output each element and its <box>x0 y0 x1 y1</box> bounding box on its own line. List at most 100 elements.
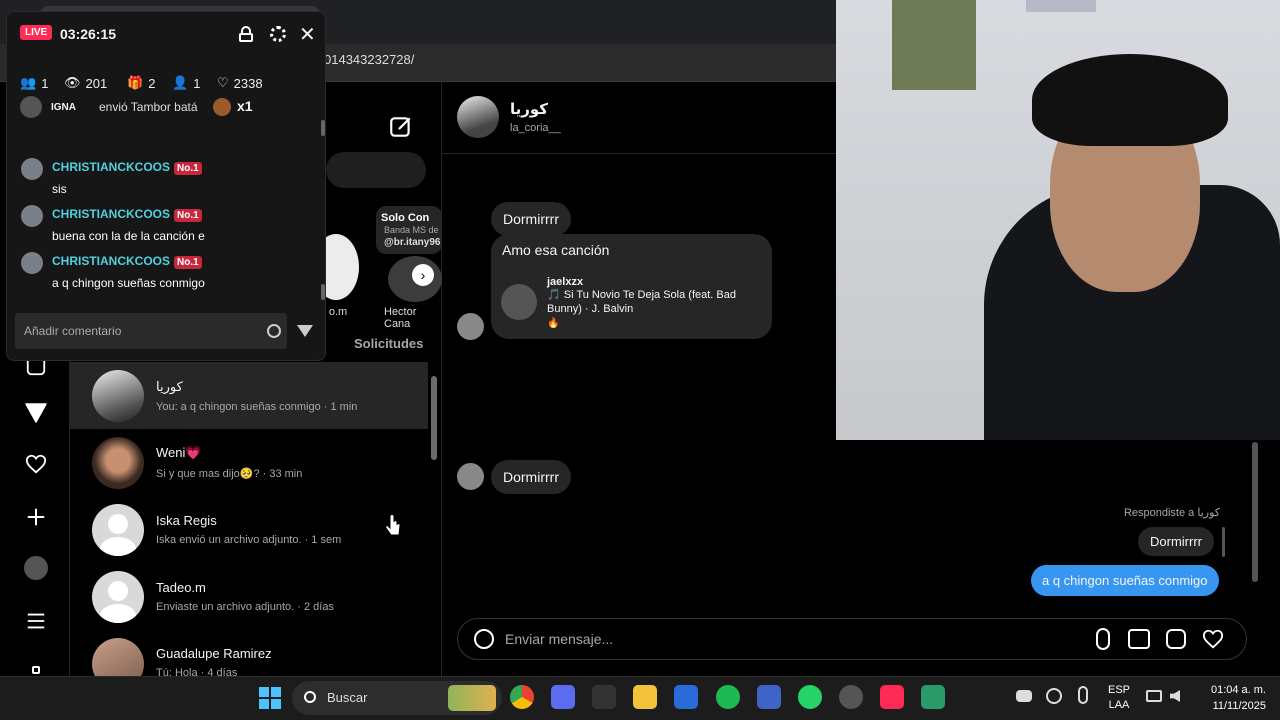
gifts-stat: 🎁 2 <box>127 75 156 91</box>
messages-icon[interactable] <box>22 398 50 426</box>
conversation-item[interactable]: Iska Regis Iska envió un archivo adjunto.… <box>70 496 428 563</box>
app-icon[interactable] <box>921 685 945 709</box>
conversation-item[interactable]: Guadalupe Ramirez Tú: Hola · 4 días <box>70 630 428 676</box>
gift-scrollbar[interactable] <box>321 120 325 136</box>
menu-hamburger-icon[interactable] <box>22 607 50 635</box>
file-explorer-icon[interactable] <box>633 685 657 709</box>
conversation-preview: You: a q chingon sueñas conmigo · 1 min <box>156 400 358 413</box>
live-timer: 03:26:15 <box>60 26 117 42</box>
note-title: Solo Con <box>381 212 430 224</box>
commenter-avatar <box>21 252 43 274</box>
windows-start-icon[interactable] <box>259 687 281 709</box>
microphone-icon[interactable] <box>1096 628 1110 650</box>
commenter-avatar <box>21 158 43 180</box>
chrome-app-icon[interactable] <box>510 685 534 709</box>
rank-badge: No.1 <box>174 162 202 175</box>
rank-badge: No.1 <box>174 209 202 222</box>
shared-audio-card[interactable]: Amo esa canción jaelxzx 🎵 Si Tu Novio Te… <box>491 234 772 339</box>
chat-header[interactable]: كوريا la_coria__ <box>442 82 836 154</box>
microphone-tray-icon[interactable] <box>1078 686 1088 704</box>
network-icon[interactable] <box>1146 690 1162 702</box>
note-label-b: Hector Cana <box>384 306 417 330</box>
comment-username[interactable]: CHRISTIANCKCOOS <box>52 254 170 268</box>
tiktok-icon[interactable] <box>880 685 904 709</box>
search-label: Buscar <box>327 690 368 705</box>
lock-icon[interactable] <box>239 26 253 42</box>
conversation-item[interactable]: Weni💗 Si y que mas dijo🥺? · 33 min <box>70 429 428 496</box>
wall-paper <box>1026 0 1096 12</box>
person-hair <box>1032 54 1228 146</box>
chevron-right-icon[interactable]: › <box>412 264 434 286</box>
followers-stat: 👥 1 <box>20 75 49 91</box>
rank-badge: No.1 <box>174 256 202 269</box>
message-input[interactable]: Enviar mensaje... <box>505 631 613 647</box>
contact-name[interactable]: كوريا <box>510 100 548 118</box>
gift-sender-avatar <box>20 96 42 118</box>
comment-item: CHRISTIANCKCOOS No.1 buena con la de la ca… <box>21 205 205 243</box>
contact-handle: la_coria__ <box>510 122 561 134</box>
whatsapp-icon[interactable] <box>798 685 822 709</box>
joins-stat: 👤 1 <box>172 75 201 91</box>
close-icon[interactable]: ✕ <box>299 22 316 47</box>
gift-sender-name: IGNA <box>51 102 76 113</box>
clock[interactable]: 01:04 a. m. 11/11/2025 <box>1190 684 1266 712</box>
discord-tray-icon[interactable] <box>1016 690 1032 702</box>
likes-stat: ♡ 2338 <box>217 75 263 91</box>
profile-avatar[interactable] <box>22 554 50 582</box>
mouse-cursor <box>384 514 402 538</box>
conversation-item[interactable]: كوريا You: a q chingon sueñas conmigo · 1… <box>70 362 428 429</box>
requests-tab[interactable]: Solicitudes <box>354 336 423 351</box>
comment-text: buena con la de la canción e <box>52 229 205 243</box>
conversation-name: Guadalupe Ramirez <box>156 646 272 661</box>
note-handle: @br.itany96 <box>384 237 441 248</box>
settings-gear-icon[interactable] <box>270 26 286 42</box>
webcam-feed <box>836 0 1280 440</box>
comment-username[interactable]: CHRISTIANCKCOOS <box>52 207 170 221</box>
list-scrollbar[interactable] <box>430 366 438 672</box>
image-upload-icon[interactable] <box>1128 629 1150 649</box>
message-bubble: Dormirrrr <box>491 202 571 236</box>
comment-placeholder: Añadir comentario <box>24 324 122 338</box>
conversation-item[interactable]: Tadeo.m Enviaste un archivo adjunto. · 2 … <box>70 563 428 630</box>
send-icon[interactable] <box>297 325 313 337</box>
app-icon[interactable] <box>592 685 616 709</box>
contact-avatar[interactable] <box>457 96 499 138</box>
comment-input[interactable]: Añadir comentario <box>15 313 287 349</box>
heart-icon: ♡ <box>217 75 229 90</box>
sticker-icon[interactable] <box>1166 629 1186 649</box>
like-heart-icon[interactable] <box>1202 628 1224 655</box>
avatar <box>92 503 144 556</box>
comments-scrollbar[interactable] <box>321 284 325 300</box>
app-icon[interactable] <box>839 685 863 709</box>
taskbar-search[interactable]: Buscar <box>292 681 502 715</box>
notifications-heart-icon[interactable] <box>22 450 50 478</box>
comment-item: CHRISTIANCKCOOS No.1 sis <box>21 158 202 196</box>
search-input[interactable] <box>326 152 426 188</box>
emoji-icon[interactable] <box>267 324 281 338</box>
conversation-name: Tadeo.m <box>156 580 206 595</box>
compose-message-icon[interactable] <box>388 114 414 140</box>
message-composer[interactable]: Enviar mensaje... <box>457 618 1247 660</box>
chat-scrollbar[interactable] <box>1248 440 1262 600</box>
reply-label: Respondiste a كوريا <box>1123 507 1220 519</box>
conversation-preview: Iska envió un archivo adjunto. · 1 sem <box>156 534 342 546</box>
language-indicator[interactable]: ESP LAA <box>1104 684 1134 711</box>
comment-username[interactable]: CHRISTIANCKCOOS <box>52 160 170 174</box>
shared-avatar <box>501 284 537 320</box>
live-badge: LIVE <box>20 25 53 40</box>
store-icon[interactable] <box>674 685 698 709</box>
address-url[interactable]: 014343232728/ <box>324 52 414 67</box>
person-add-icon: 👤 <box>172 75 189 90</box>
app-icon[interactable] <box>551 685 575 709</box>
spotify-icon[interactable] <box>716 685 740 709</box>
comment-text: sis <box>52 182 67 196</box>
emoji-icon[interactable] <box>474 629 494 649</box>
avatar <box>92 436 144 489</box>
tray-icon[interactable] <box>1046 688 1062 704</box>
create-plus-icon[interactable] <box>22 503 50 531</box>
conversation-name: Weni💗 <box>156 445 202 460</box>
sender-avatar <box>457 463 484 490</box>
wall-poster <box>892 0 976 90</box>
app-icon[interactable] <box>757 685 781 709</box>
drum-gift-icon <box>213 98 231 116</box>
